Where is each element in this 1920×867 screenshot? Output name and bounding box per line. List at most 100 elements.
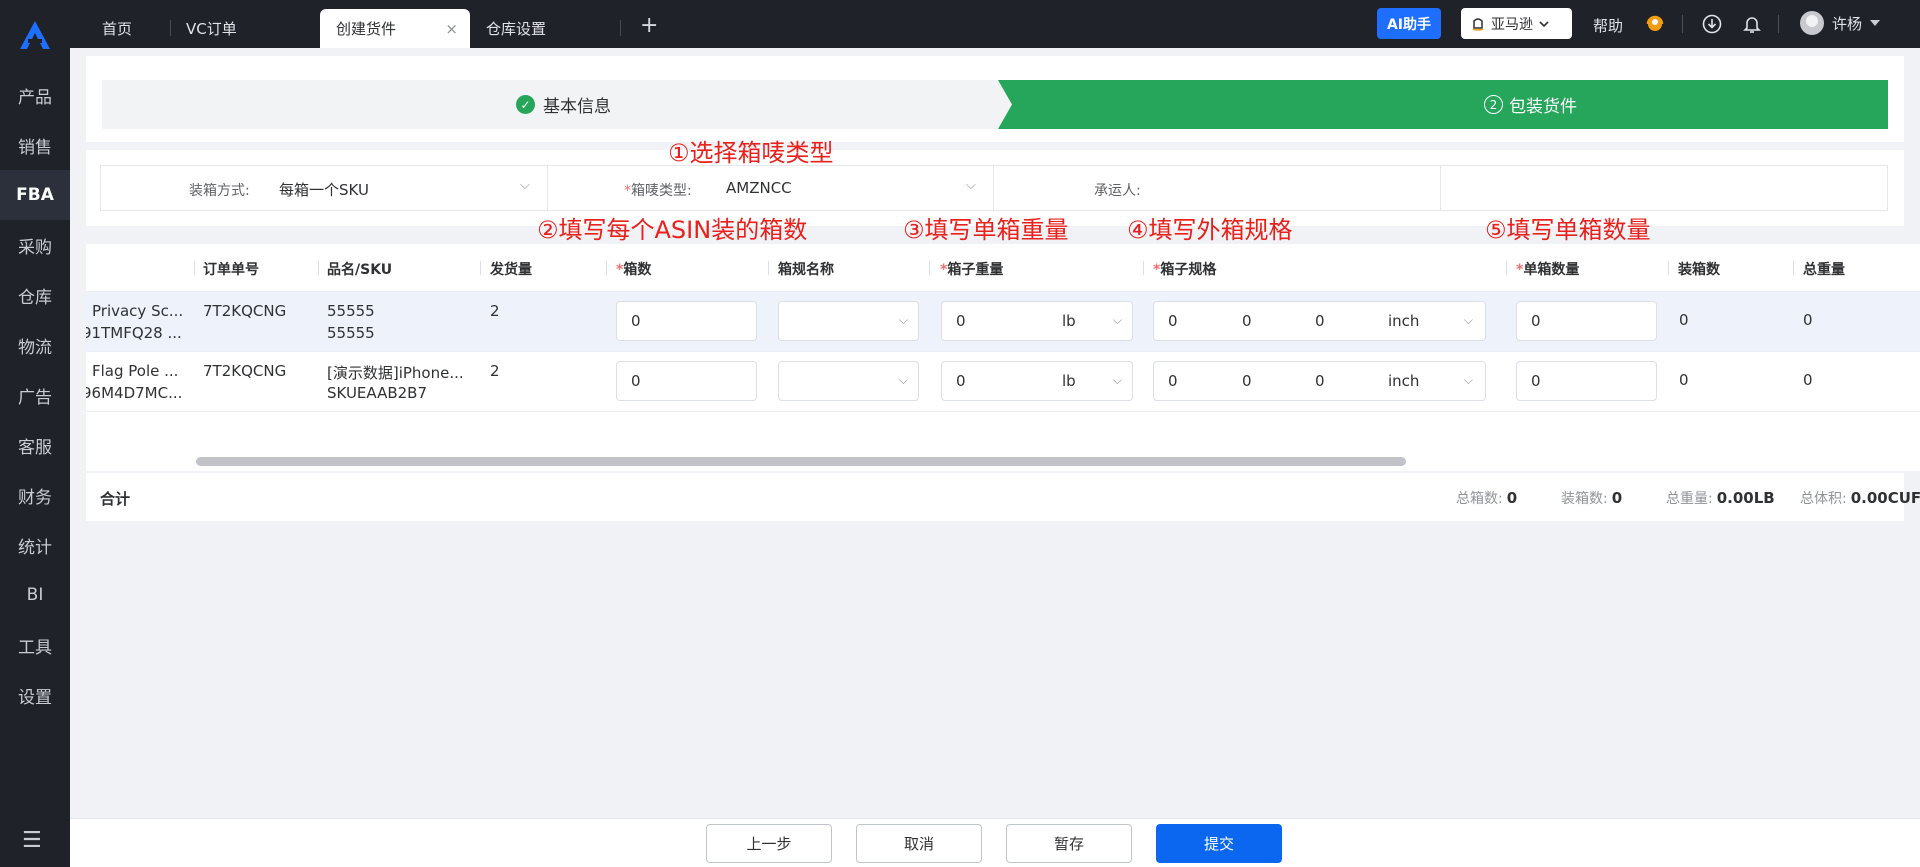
sidebar-item-fba[interactable]: FBA (0, 170, 70, 220)
order-no: 7T2KQCNG (203, 302, 287, 320)
horizontal-scrollbar[interactable] (196, 457, 1406, 466)
table-row: Flag Pole ... 96M4D7MC... 7T2KQCNG [演示数据… (86, 352, 1920, 412)
summary-total-volume: 总体积:0.00CUFT (1800, 489, 1920, 507)
box-length-input[interactable]: 0 (1153, 361, 1229, 401)
box-width-input[interactable]: 0 (1228, 301, 1302, 341)
product-title: Flag Pole ... (92, 362, 179, 380)
box-weight-input[interactable]: 0 (941, 301, 1049, 341)
chevron-down-icon: ⌵ (1463, 313, 1473, 327)
customer-service-icon[interactable] (1643, 12, 1667, 36)
box-height-input[interactable]: 0 (1301, 301, 1375, 341)
app-logo[interactable] (0, 0, 70, 70)
per-box-qty-input[interactable]: 0 (1516, 301, 1657, 341)
chevron-down-icon: ⌵ (520, 178, 530, 193)
sidebar: 产品 销售 FBA 采购 仓库 物流 广告 客服 财务 统计 BI 工具 设置 … (0, 0, 70, 867)
annotation-5: ⑤填写单箱数量 (1485, 216, 1651, 244)
box-spec-select[interactable]: ⌵ (778, 361, 919, 401)
header-order-no: 订单单号 (203, 262, 259, 278)
box-mark-type-value: AMZNCC (726, 179, 792, 197)
tab-home[interactable]: 首页 (86, 9, 156, 48)
chevron-down-icon: ⌵ (898, 373, 908, 387)
weight-unit-select[interactable]: lb ⌵ (1048, 361, 1133, 401)
bell-icon[interactable] (1740, 12, 1764, 36)
store-select[interactable]: 亚马逊 (1461, 8, 1572, 39)
close-icon[interactable]: × (445, 20, 458, 38)
steps-bar: ✓ 基本信息 2 包装货件 (86, 56, 1904, 142)
caret-down-icon (1870, 20, 1881, 26)
column-divider (318, 261, 319, 275)
help-link[interactable]: 帮助 (1593, 15, 1623, 36)
order-no: 7T2KQCNG (203, 362, 287, 380)
sidebar-item-bi[interactable]: BI (0, 570, 70, 620)
tab-create-shipment[interactable]: 创建货件 × (320, 9, 470, 48)
chevron-down-icon (1539, 20, 1549, 27)
save-draft-button[interactable]: 暂存 (1006, 824, 1132, 863)
sidebar-item-tools[interactable]: 工具 (0, 620, 70, 670)
dim-unit-select[interactable]: inch ⌵ (1374, 301, 1486, 341)
box-count-input[interactable]: 0 (616, 301, 757, 341)
tab-divider (620, 20, 621, 36)
product-title: Privacy Sc... (92, 302, 184, 320)
box-mark-type-field[interactable]: *箱唛类型: AMZNCC ⌵ (548, 166, 994, 210)
column-divider (606, 261, 607, 275)
box-width-input[interactable]: 0 (1228, 361, 1302, 401)
sidebar-item-sales[interactable]: 销售 (0, 120, 70, 170)
tab-vc-orders[interactable]: VC订单 (170, 9, 270, 48)
sidebar-item-ads[interactable]: 广告 (0, 370, 70, 420)
sidebar-item-purchase[interactable]: 采购 (0, 220, 70, 270)
chevron-down-icon: ⌵ (1112, 313, 1122, 327)
tab-label: VC订单 (186, 20, 237, 38)
chevron-down-icon: ⌵ (966, 178, 976, 193)
table-row: Privacy Sc... 91TMFQ28 ... 7T2KQCNG 5555… (86, 292, 1920, 352)
menu-toggle-icon[interactable]: ☰ (22, 828, 42, 853)
summary-total-weight: 总重量: 0.00LB (1666, 489, 1775, 507)
store-select-value: 亚马逊 (1491, 16, 1533, 33)
sidebar-item-warehouse[interactable]: 仓库 (0, 270, 70, 320)
box-height-input[interactable]: 0 (1301, 361, 1375, 401)
add-tab-icon[interactable]: + (640, 13, 658, 38)
download-icon[interactable] (1700, 12, 1724, 36)
user-menu[interactable]: 许杨 (1800, 11, 1881, 35)
column-divider (1143, 261, 1144, 275)
sidebar-item-products[interactable]: 产品 (0, 70, 70, 120)
box-length-input[interactable]: 0 (1153, 301, 1229, 341)
step-basic-info[interactable]: ✓ 基本信息 (102, 80, 1012, 129)
prev-step-button[interactable]: 上一步 (706, 824, 832, 863)
packing-form: 装箱方式: 每箱一个SKU ⌵ *箱唛类型: AMZNCC ⌵ 承运人: (86, 150, 1904, 226)
packing-method-field[interactable]: 装箱方式: 每箱一个SKU ⌵ (101, 166, 548, 210)
annotation-1: ①选择箱唛类型 (668, 139, 834, 167)
chevron-down-icon: ⌵ (1463, 373, 1473, 387)
sidebar-item-finance[interactable]: 财务 (0, 470, 70, 520)
weight-unit-select[interactable]: lb ⌵ (1048, 301, 1133, 341)
tab-warehouse-settings[interactable]: 仓库设置 (470, 9, 610, 48)
sidebar-item-logistics[interactable]: 物流 (0, 320, 70, 370)
ai-assistant-button[interactable]: AI助手 (1377, 8, 1441, 39)
box-weight-input[interactable]: 0 (941, 361, 1049, 401)
header-name-sku: 品名/SKU (327, 262, 393, 278)
footer-actions: 上一步 取消 暂存 提交 (70, 818, 1920, 867)
step-label: 基本信息 (543, 97, 611, 117)
summary-bar: 合计 总箱数:0 装箱数:0 总重量:0.00LB 总体积:0.00CUFT (86, 473, 1920, 521)
submit-button[interactable]: 提交 (1156, 824, 1282, 863)
header-box-count: *箱数 (616, 262, 652, 278)
carrier-value-field[interactable] (1441, 166, 1887, 210)
chevron-down-icon: ⌵ (1112, 373, 1122, 387)
tab-label: 仓库设置 (486, 20, 547, 38)
box-count-input[interactable]: 0 (616, 361, 757, 401)
avatar (1800, 11, 1824, 35)
dim-unit-select[interactable]: inch ⌵ (1374, 361, 1486, 401)
divider (1682, 15, 1683, 33)
cancel-button[interactable]: 取消 (856, 824, 982, 863)
box-spec-select[interactable]: ⌵ (778, 301, 919, 341)
sidebar-item-stats[interactable]: 统计 (0, 520, 70, 570)
header-ship-qty: 发货量 (490, 262, 532, 278)
product-asin: 96M4D7MC... (86, 384, 183, 402)
sidebar-item-settings[interactable]: 设置 (0, 670, 70, 720)
product-sku: SKUEAAB2B7 (327, 384, 428, 402)
step-packing: 2 包装货件 (998, 80, 1888, 129)
column-divider (1793, 261, 1794, 275)
per-box-qty-input[interactable]: 0 (1516, 361, 1657, 401)
sidebar-item-service[interactable]: 客服 (0, 420, 70, 470)
annotation-3: ③填写单箱重量 (903, 216, 1069, 244)
summary-label: 合计 (100, 490, 131, 508)
